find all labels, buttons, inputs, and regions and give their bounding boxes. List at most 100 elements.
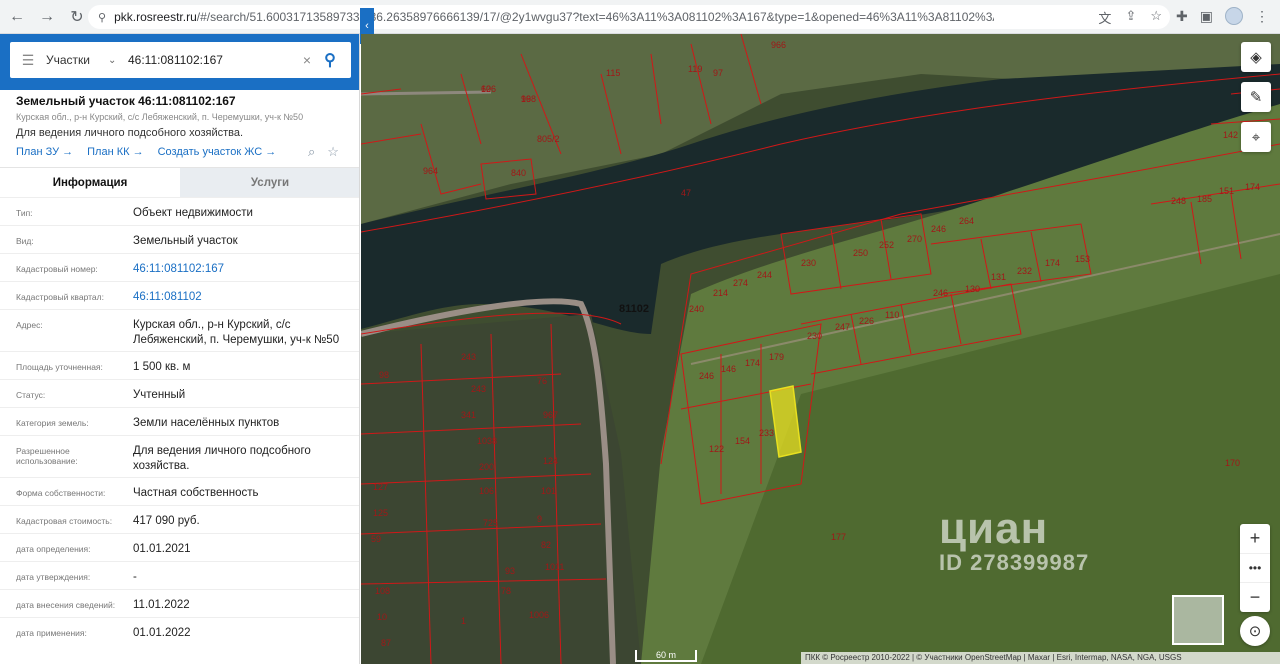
search-type-select[interactable]: Участки — [46, 53, 108, 67]
info-label: Адрес: — [16, 320, 43, 330]
url-text: pkk.rosreestr.ru/#/search/51.60031713589… — [114, 10, 994, 24]
parcel-number-label: 247 — [835, 322, 850, 332]
forward-icon[interactable]: → — [34, 4, 60, 30]
extensions-icon[interactable]: ✚ — [1176, 8, 1188, 25]
parcel-number-label: 840 — [511, 168, 526, 178]
info-value: Для ведения личного подсобного хозяйства… — [133, 445, 311, 472]
watermark: циан ID 278399987 — [939, 504, 1089, 576]
parcel-number-label: 127 — [373, 482, 388, 492]
parcel-usage: Для ведения личного подсобного хозяйства… — [16, 127, 244, 139]
info-value: Курская обл., р-н Курский, с/с Лебяженск… — [133, 319, 340, 346]
parcel-number-label: 98 — [379, 370, 389, 380]
info-row: Кадастровый квартал: 46:11:081102 — [0, 281, 359, 309]
zoom-more-icon[interactable]: ••• — [1240, 553, 1270, 583]
parcel-number-label: 130 — [965, 284, 980, 294]
parcel-number-label: 248 — [1171, 196, 1186, 206]
address-bar[interactable]: ⚲ pkk.rosreestr.ru/#/search/51.600317135… — [88, 5, 1170, 29]
info-label: Площадь уточненная: — [16, 362, 103, 372]
parcel-number-label: 179 — [769, 352, 784, 362]
parcel-number-label: 243 — [471, 384, 486, 394]
menu-dots-icon[interactable]: ⋮ — [1255, 8, 1269, 25]
parcel-number-label: 200 — [479, 462, 494, 472]
cadastral-number-link[interactable]: 46:11:081102:167 — [133, 254, 353, 281]
info-label: дата внесения сведений: — [16, 600, 116, 610]
parcel-number-label: 252 — [879, 240, 894, 250]
parcel-number-label: 47 — [681, 188, 691, 198]
parcel-number-label: 805/2 — [537, 134, 560, 144]
parcel-number-label: 274 — [733, 278, 748, 288]
info-label: дата применения: — [16, 628, 87, 638]
parcel-number-label: 174 — [1245, 182, 1260, 192]
info-row: Площадь уточненная: 1 500 кв. м — [0, 351, 359, 379]
parcel-number-label: 1006 — [529, 610, 549, 620]
bookmark-star-icon[interactable]: ☆ — [1150, 8, 1162, 27]
info-value: - — [133, 571, 137, 583]
parcel-number-label: 240 — [689, 304, 704, 314]
parcel-number-label: 725 — [483, 518, 498, 528]
site-info-icon[interactable]: ⚲ — [98, 11, 106, 24]
clear-icon[interactable]: × — [298, 52, 316, 68]
cadastral-quarter-link[interactable]: 46:11:081102 — [133, 282, 353, 309]
favorite-star-icon[interactable]: ☆ — [327, 144, 339, 160]
parcel-number-label: 185 — [1197, 194, 1212, 204]
parcel-number-label: 119 — [688, 64, 702, 74]
parcel-number-label: 233 — [759, 428, 774, 438]
quarter-label: 81102 — [619, 303, 649, 315]
parcel-number-label: 87 — [381, 638, 391, 648]
search-input[interactable] — [128, 53, 298, 67]
info-row: Форма собственности: Частная собственност… — [0, 477, 359, 505]
zoom-control: + ••• − — [1240, 524, 1270, 612]
minimap[interactable] — [1172, 595, 1224, 645]
watermark-brand: циан — [939, 504, 1049, 553]
zoom-in-button[interactable]: + — [1240, 524, 1270, 553]
parcel-number-label: 131 — [991, 272, 1006, 282]
parcel-number-label: 153 — [1075, 254, 1090, 264]
plan-kk-link[interactable]: План КК → — [87, 146, 143, 158]
parcel-number-label: 97 — [713, 68, 723, 78]
parcel-title: Земельный участок 46:11:081102:167 — [16, 94, 236, 108]
parcel-number-label: 78 — [501, 586, 511, 596]
info-label: дата утверждения: — [16, 572, 91, 582]
info-row: Разрешенное использование: Для ведения ли… — [0, 435, 359, 477]
tab-information[interactable]: Информация — [0, 168, 180, 197]
translate-icon[interactable]: 文 — [1098, 8, 1111, 27]
locate-icon[interactable]: ⌖ — [1241, 122, 1271, 152]
parcel-number-label: 246 — [933, 288, 948, 298]
zoom-to-icon[interactable]: ⌕ — [308, 144, 315, 160]
chevron-down-icon[interactable]: ⌄ — [108, 55, 128, 66]
search-box: ☰ Участки ⌄ × ⚲ — [10, 42, 351, 78]
share-icon[interactable]: ⇪ — [1125, 8, 1136, 27]
menu-icon[interactable]: ☰ — [10, 52, 46, 69]
create-parcel-link[interactable]: Создать участок ЖС → — [158, 146, 277, 158]
info-label: Тип: — [16, 208, 33, 218]
info-label: Кадастровый квартал: — [16, 292, 104, 302]
back-icon[interactable]: ← — [4, 4, 30, 30]
parcel-number-label: 16 — [521, 94, 531, 104]
info-row: дата утверждения: - — [0, 561, 359, 589]
info-panel: ☰ Участки ⌄ × ⚲ Земельный участок 46:11:… — [0, 34, 360, 664]
search-icon[interactable]: ⚲ — [316, 50, 344, 70]
plan-zu-link[interactable]: План ЗУ → — [16, 146, 73, 158]
ruler-icon[interactable]: ✎ — [1241, 82, 1271, 112]
parcel-number-label: 967 — [543, 410, 558, 420]
search-bar: ☰ Участки ⌄ × ⚲ — [0, 34, 359, 90]
parcel-number-label: 142 — [1223, 130, 1238, 140]
zoom-out-button[interactable]: − — [1240, 583, 1270, 612]
layers-icon[interactable]: ◈ — [1241, 42, 1271, 72]
parcel-number-label: 106 — [479, 486, 494, 496]
info-value: Земли населённых пунктов — [133, 417, 280, 429]
info-row: Тип: Объект недвижимости — [0, 197, 359, 225]
reload-icon[interactable]: ↻ — [64, 4, 90, 30]
info-table: Тип: Объект недвижимости Вид: Земельный уч… — [0, 197, 359, 645]
tab-services[interactable]: Услуги — [180, 168, 359, 197]
parcel-number-label: 230 — [807, 331, 822, 341]
parcel-number-label: 154 — [735, 436, 750, 446]
compass-icon[interactable]: ⊙ — [1240, 616, 1270, 646]
parcel-number-label: 76 — [537, 376, 547, 386]
sidepanel-icon[interactable]: ▣ — [1200, 8, 1213, 25]
map-view[interactable]: 126 998 115 119 97 966 840 805/2 964 47 240 214 274 2… — [361, 34, 1280, 664]
parcel-number-label: 125 — [373, 508, 388, 518]
info-label: Разрешенное использование: — [16, 446, 78, 466]
profile-avatar[interactable] — [1224, 7, 1243, 25]
parcel-number-label: 174 — [745, 358, 760, 368]
